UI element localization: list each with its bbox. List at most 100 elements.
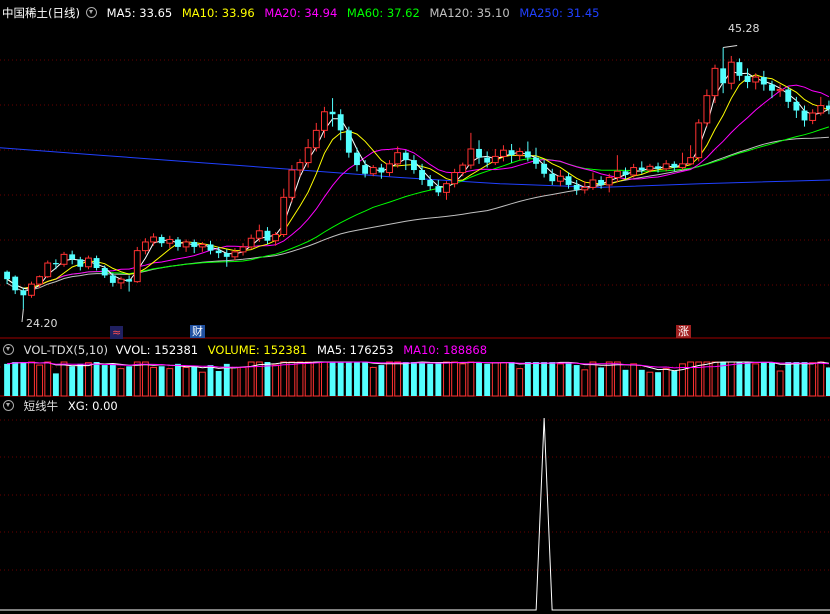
candle-down: [337, 114, 344, 131]
volume-bar-up: [500, 362, 507, 397]
candle-up: [703, 95, 711, 124]
volume-bar-down: [720, 362, 727, 396]
candle-up: [247, 237, 255, 248]
candle-down: [484, 157, 491, 163]
volume-bar-up: [817, 361, 825, 397]
high-pointer: [723, 45, 738, 49]
volume-bar-up: [451, 361, 459, 397]
signal-spike: [0, 417, 830, 611]
candle-down: [101, 268, 108, 276]
sig-dropdown-icon[interactable]: [3, 400, 14, 411]
candle-up: [386, 163, 393, 174]
signal-panel-legend: 短线牛 XG: 0.00: [0, 398, 124, 414]
volume-bar-up: [467, 361, 475, 397]
marker-wave[interactable]: ≈: [110, 326, 124, 339]
candle-down: [191, 241, 198, 247]
volume-bar-down: [158, 366, 165, 396]
volume-bar-down: [826, 367, 830, 396]
kline-chart-area[interactable]: [0, 0, 830, 614]
volume-bar-up: [556, 363, 564, 397]
volume-bar-up: [589, 361, 597, 397]
vol-dropdown-icon[interactable]: [3, 344, 14, 355]
marker-limit-up[interactable]: 涨: [676, 325, 691, 338]
candle-down: [175, 239, 181, 247]
candle-down: [427, 179, 434, 187]
candle-down: [223, 253, 230, 257]
volume-bar-down: [476, 362, 482, 396]
volume-bar-down: [329, 362, 336, 396]
volume-bar-down: [435, 362, 442, 396]
volume-panel-legend: VOL-TDX(5,10) VVOL: 152381 VOLUME: 15238…: [0, 342, 493, 358]
candle-down: [638, 167, 645, 171]
volume-bar-up: [60, 361, 68, 397]
candle-up: [662, 163, 670, 170]
ma120-line: [6, 136, 829, 292]
candle-down: [760, 77, 767, 85]
candle-down: [93, 258, 100, 268]
candle-down: [158, 237, 165, 244]
candle-down: [801, 110, 808, 121]
volume-bar-down: [769, 362, 775, 396]
volume-bar-down: [175, 363, 181, 396]
candle-up: [589, 179, 597, 188]
candle-up: [85, 257, 92, 268]
volume-bar-down: [573, 365, 580, 396]
candle-up: [133, 250, 141, 283]
volume-bar-down: [126, 366, 133, 396]
volume-bar-down: [12, 362, 19, 396]
candle-down: [744, 75, 751, 82]
candle-down: [508, 150, 515, 156]
candle-down: [264, 230, 271, 241]
candle-down: [565, 176, 572, 185]
candle-up: [369, 167, 377, 175]
candle-up: [288, 169, 296, 198]
candle-down: [671, 163, 678, 168]
low-price-label: 24.20: [26, 317, 58, 330]
marker-finance[interactable]: 财: [190, 325, 205, 338]
candle-up: [500, 149, 507, 157]
candle-up: [280, 196, 288, 236]
volume-bar-up: [44, 361, 52, 397]
volume-bar-up: [239, 366, 247, 397]
candle-down: [77, 259, 84, 267]
candle-up: [182, 241, 190, 248]
candle-down: [524, 151, 531, 158]
candle-up: [296, 162, 304, 171]
candle-up: [166, 238, 174, 244]
volume-bar-up: [646, 371, 654, 397]
volume-bar-up: [117, 368, 125, 397]
volume-bar-down: [264, 362, 271, 396]
volume-bar-down: [598, 367, 605, 396]
candle-down: [549, 173, 556, 182]
volume-bar-up: [394, 361, 402, 397]
volume-bar-down: [801, 362, 808, 396]
volume-bar-down: [4, 363, 10, 396]
candle-up: [60, 253, 68, 265]
panel-dropdown-icon[interactable]: [85, 7, 97, 18]
candle-up: [581, 186, 589, 191]
volume-bar-up: [296, 361, 304, 397]
volume-bar-up: [605, 361, 613, 397]
ma10-label: MA10: 33.96: [181, 6, 255, 20]
candle-up: [817, 105, 825, 114]
candle-down: [69, 254, 76, 260]
candle-up: [44, 262, 52, 278]
xg-label: XG: 0.00: [67, 399, 118, 413]
volume-bar-down: [549, 362, 556, 396]
volume-label: VOLUME: 152381: [207, 343, 308, 357]
candle-down: [378, 167, 385, 173]
volume-bar-down: [565, 362, 572, 396]
volume-bar-down: [419, 362, 425, 396]
candle-down: [769, 84, 775, 91]
candle-up: [752, 76, 760, 83]
volume-bar-up: [133, 361, 141, 397]
volume-bar-down: [671, 371, 678, 396]
volume-bar-up: [727, 361, 735, 397]
candle-down: [411, 160, 417, 171]
volume-bar-up: [613, 361, 621, 397]
ma60-label: MA60: 37.62: [346, 6, 420, 20]
candle-up: [727, 61, 735, 84]
high-price-label: 45.28: [728, 22, 760, 35]
volume-bar-up: [443, 361, 450, 397]
volume-bar-down: [655, 372, 661, 396]
